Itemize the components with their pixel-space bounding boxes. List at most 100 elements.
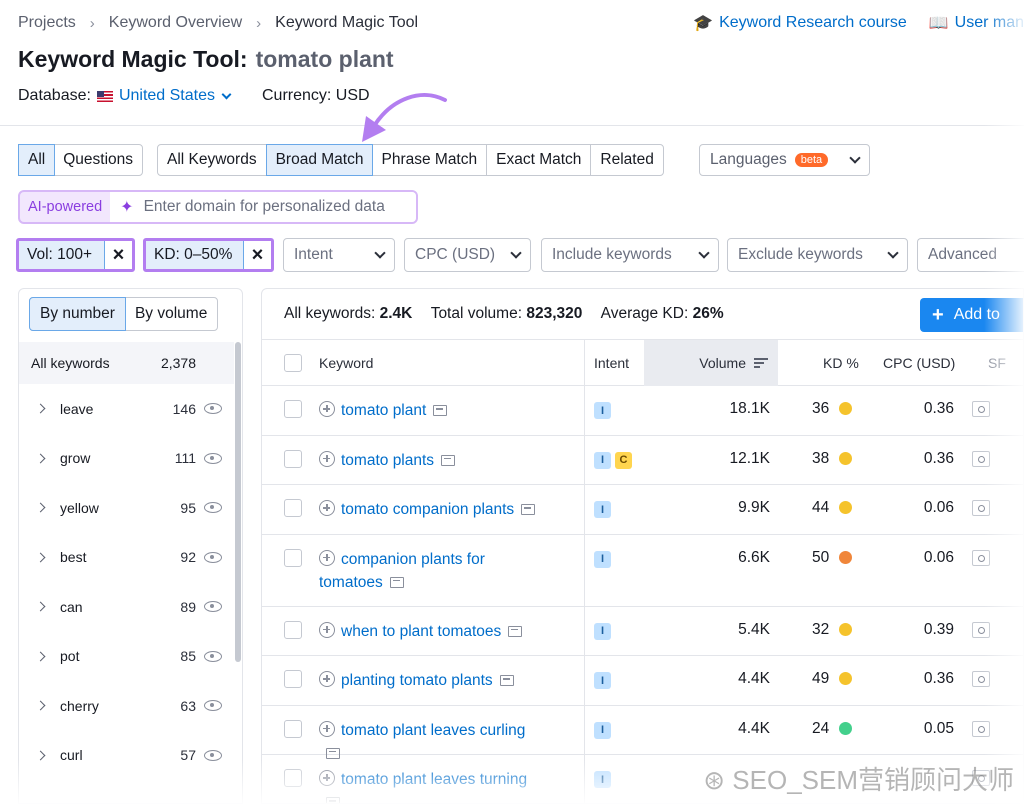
domain-input[interactable]: ✦ Enter domain for personalized data — [110, 192, 416, 222]
row-checkbox[interactable] — [284, 719, 302, 738]
tab-all[interactable]: All — [18, 144, 56, 176]
chevron-right-icon[interactable] — [35, 502, 46, 513]
intent-badge: C — [615, 451, 632, 469]
keyword-text: tomato plants — [341, 451, 435, 469]
serp-snapshot-icon[interactable] — [508, 625, 523, 637]
breadcrumb-keyword-overview[interactable]: Keyword Overview — [109, 14, 242, 32]
keyword-group-item[interactable]: grow 111 — [19, 434, 234, 484]
exclude-keywords-dropdown[interactable]: Exclude keywords — [727, 238, 908, 272]
add-circle-icon[interactable] — [319, 720, 335, 737]
row-checkbox[interactable] — [284, 620, 302, 639]
eye-icon[interactable] — [204, 650, 222, 662]
eye-icon[interactable] — [204, 700, 222, 712]
database-select[interactable]: United States — [96, 87, 232, 105]
keyword-group-item[interactable]: cherry 63 — [19, 681, 234, 731]
languages-dropdown[interactable]: Languages beta — [699, 144, 870, 176]
beta-badge: beta — [794, 153, 829, 167]
volume-cell: 4.4K — [738, 670, 770, 687]
add-circle-icon[interactable] — [319, 500, 335, 516]
sort-by-number-button[interactable]: By number — [29, 297, 126, 331]
intent-dropdown[interactable]: Intent — [283, 238, 395, 272]
keyword-group-item[interactable]: leave 146 — [19, 384, 234, 434]
kd-value: 49 — [812, 670, 830, 687]
all-keywords-label: All keywords — [31, 355, 110, 371]
chevron-right-icon[interactable] — [35, 651, 46, 662]
all-keywords-group[interactable]: All keywords 2,378 — [19, 342, 234, 384]
volume-filter-chip[interactable]: Vol: 100+ × — [16, 238, 135, 272]
remove-kd-filter-button[interactable]: × — [243, 241, 271, 269]
chevron-right-icon[interactable] — [35, 700, 46, 711]
breadcrumb: Projects › Keyword Overview › Keyword Ma… — [18, 14, 418, 32]
row-checkbox[interactable] — [284, 449, 302, 468]
keyword-group-item[interactable]: can 89 — [19, 582, 234, 632]
kd-value: 36 — [812, 400, 830, 417]
ai-powered-label: AI-powered — [28, 199, 103, 215]
row-checkbox[interactable] — [284, 499, 302, 517]
course-link-label: Keyword Research course — [719, 14, 907, 31]
tab-exact-match[interactable]: Exact Match — [487, 145, 592, 175]
kd-filter-chip[interactable]: KD: 0–50% × — [143, 238, 274, 272]
eye-icon[interactable] — [204, 403, 222, 415]
cpc-dropdown[interactable]: CPC (USD) — [404, 238, 531, 272]
keyword-group-item[interactable]: best 92 — [19, 533, 234, 583]
column-intent[interactable]: Intent — [594, 340, 629, 386]
row-checkbox[interactable] — [284, 400, 302, 418]
serp-snapshot-icon[interactable] — [499, 675, 514, 686]
plus-icon: + — [932, 303, 944, 326]
keyword-group-item[interactable]: pot 85 — [19, 632, 234, 682]
keyword-group-item[interactable]: yellow 95 — [19, 483, 234, 533]
keyword-text: tomato companion plants — [341, 501, 515, 518]
keyword-link[interactable]: tomato plant — [319, 399, 544, 422]
serp-snapshot-icon[interactable] — [433, 405, 448, 416]
keyword-link[interactable]: tomato plants — [319, 449, 544, 472]
groups-scrollbar[interactable] — [235, 342, 241, 662]
chevron-right-icon[interactable] — [35, 453, 46, 464]
serp-snapshot-icon[interactable] — [521, 504, 536, 515]
us-flag-icon — [96, 90, 113, 102]
tab-related[interactable]: Related — [591, 145, 662, 175]
eye-icon[interactable] — [204, 502, 222, 514]
add-circle-icon[interactable] — [319, 549, 335, 566]
column-volume[interactable]: Volume — [644, 340, 778, 386]
add-circle-icon[interactable] — [319, 401, 335, 417]
kd-dot-icon — [839, 402, 853, 415]
database-line: Database: United States Currency: USD — [18, 87, 370, 105]
select-all-checkbox[interactable] — [284, 354, 302, 372]
volume-cell: 9.9K — [738, 499, 770, 516]
column-keyword[interactable]: Keyword — [319, 340, 373, 386]
keyword-link[interactable]: tomato companion plants — [319, 498, 544, 521]
remove-volume-filter-button[interactable]: × — [104, 241, 132, 269]
tab-all-keywords[interactable]: All Keywords — [158, 145, 267, 175]
eye-icon[interactable] — [204, 551, 222, 563]
keyword-groups-panel: By number By volume All keywords 2,378 l… — [18, 288, 243, 804]
breadcrumb-projects[interactable]: Projects — [18, 14, 76, 32]
serp-snapshot-icon[interactable] — [441, 454, 456, 466]
tool-name: Keyword Magic Tool: — [18, 46, 248, 72]
tab-questions[interactable]: Questions — [54, 145, 142, 175]
add-circle-icon[interactable] — [319, 621, 335, 638]
row-checkbox[interactable] — [284, 548, 302, 567]
course-link[interactable]: 🎓 Keyword Research course — [693, 13, 907, 33]
keyword-link[interactable]: planting tomato plants — [319, 669, 544, 692]
eye-icon[interactable] — [204, 601, 222, 613]
add-circle-icon[interactable] — [319, 671, 335, 687]
serp-snapshot-icon[interactable] — [389, 576, 404, 588]
row-checkbox[interactable] — [284, 670, 302, 688]
keyword-text: tomato plant leaves curling — [341, 721, 526, 739]
intent-badge: I — [594, 672, 611, 689]
chevron-right-icon[interactable] — [35, 552, 46, 563]
group-name: leave — [60, 400, 94, 417]
column-cpc[interactable]: CPC (USD) — [883, 340, 955, 386]
kd-dot-icon — [839, 501, 853, 514]
chevron-right-icon[interactable] — [35, 403, 46, 414]
eye-icon[interactable] — [204, 452, 222, 464]
include-keywords-dropdown[interactable]: Include keywords — [541, 238, 719, 272]
intent-cell: I — [594, 672, 615, 689]
add-circle-icon[interactable] — [319, 450, 335, 467]
chevron-right-icon[interactable] — [35, 750, 46, 761]
keyword-link[interactable]: companion plants for tomatoes — [319, 548, 544, 594]
chevron-right-icon[interactable] — [35, 601, 46, 612]
column-kd[interactable]: KD % — [823, 340, 859, 386]
sort-by-volume-button[interactable]: By volume — [125, 298, 217, 330]
keyword-link[interactable]: when to plant tomatoes — [319, 620, 544, 643]
